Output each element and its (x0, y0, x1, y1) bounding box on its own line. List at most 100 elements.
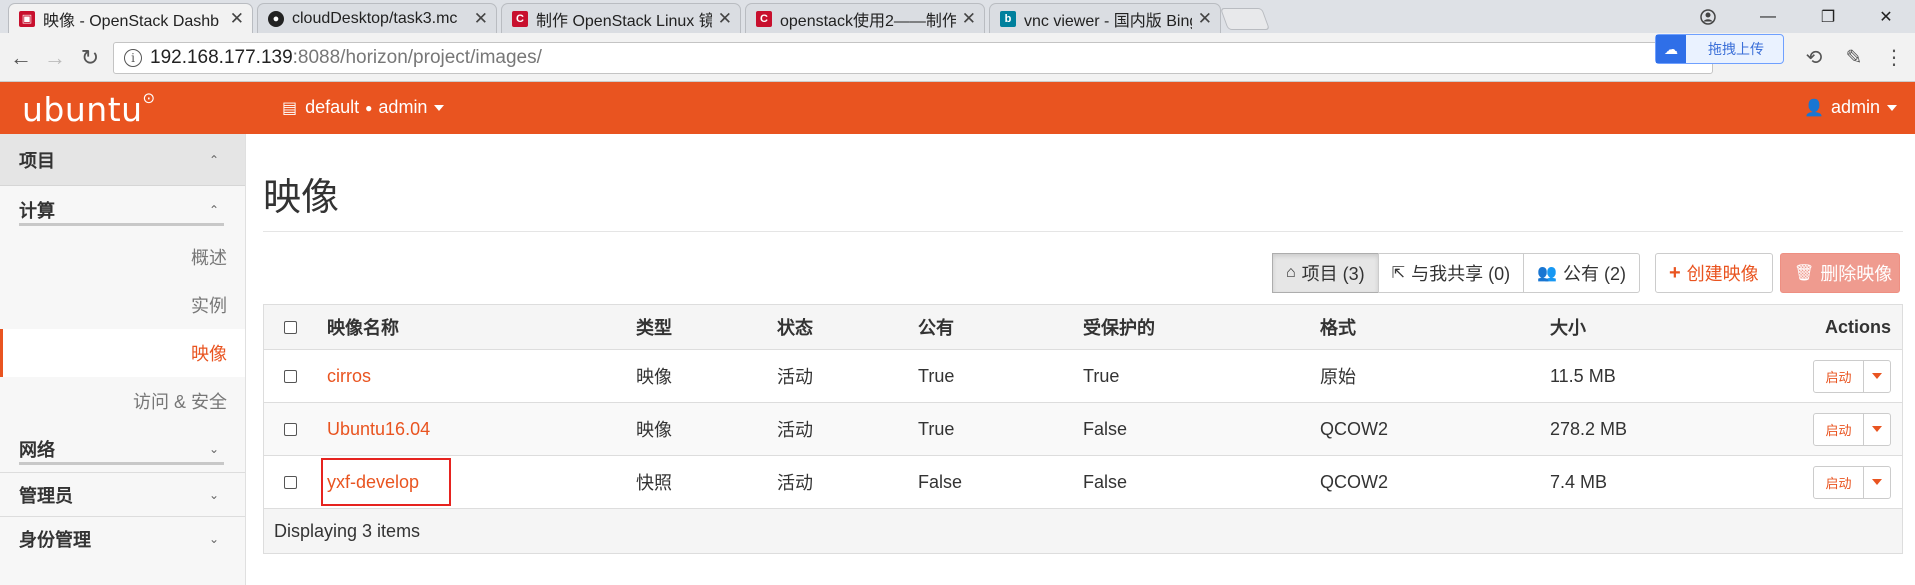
restore-icon[interactable]: ❐ (1800, 0, 1856, 33)
divider (263, 231, 1903, 232)
sidebar-item-instances[interactable]: 实例 (0, 281, 245, 329)
list-icon: ▤ (282, 99, 298, 117)
chevron-down-icon: ⌄ (208, 531, 219, 546)
browser-tab-github[interactable]: ● cloudDesktop/task3.mc ✕ (257, 3, 497, 33)
delete-images-button[interactable]: 🗑 删除映像 (1780, 253, 1900, 293)
chevron-down-icon: ⌄ (208, 487, 219, 502)
upload-extension-button[interactable]: ☁ 拖拽上传 (1655, 34, 1784, 64)
actions-dropdown-toggle[interactable] (1864, 361, 1890, 392)
sync-extension-icon[interactable]: ⟲ (1800, 45, 1828, 70)
select-all-checkbox[interactable] (283, 320, 297, 334)
new-tab-button[interactable] (1219, 8, 1271, 30)
sidebar-group-compute[interactable]: 计算 ⌃ (0, 186, 245, 233)
close-icon[interactable]: ✕ (962, 9, 976, 29)
dot-separator: ● (365, 100, 373, 115)
column-header-protected[interactable]: 受保护的 (1083, 314, 1320, 340)
cell-type: 映像 (636, 420, 672, 440)
filter-shared-button[interactable]: ⇱ 与我共享 (0) (1377, 253, 1525, 293)
cell-format: QCOW2 (1320, 418, 1389, 439)
image-name-link[interactable]: yxf-develop (320, 457, 452, 506)
chevron-down-icon: ⌄ (208, 441, 219, 456)
browser-tab-openstack[interactable]: ▣ 映像 - OpenStack Dashb ✕ (8, 3, 253, 33)
sidebar-item-images[interactable]: 映像 (0, 329, 245, 377)
window-close-icon[interactable]: ✕ (1858, 0, 1914, 33)
create-image-button[interactable]: + 创建映像 (1655, 253, 1773, 293)
row-checkbox[interactable] (283, 475, 297, 489)
column-header-name[interactable]: 映像名称 (316, 314, 636, 340)
top-navbar: ubuntu⊙ ▤ default ● admin 👤 admin (0, 82, 1915, 134)
sidebar-group-network[interactable]: 网络 ⌄ (0, 425, 245, 472)
group-underline (19, 223, 224, 226)
cell-protected: False (1083, 471, 1128, 492)
image-name-link[interactable]: cirros (327, 366, 371, 386)
image-name-link[interactable]: Ubuntu16.04 (327, 419, 430, 439)
cell-public: True (918, 418, 955, 439)
cell-status: 活动 (777, 367, 813, 387)
table-row: cirros 映像 活动 True True 原始 11.5 MB 启动 (264, 350, 1902, 403)
user-icon: 👤 (1804, 99, 1824, 117)
caret-down-icon (1872, 426, 1882, 432)
page-title: 映像 (263, 177, 340, 219)
cell-size: 11.5 MB (1550, 365, 1616, 386)
column-header-public[interactable]: 公有 (918, 314, 1083, 340)
sidebar-group-admin[interactable]: 管理员 ⌄ (0, 473, 245, 516)
column-header-actions: Actions (1824, 316, 1891, 337)
forward-icon[interactable]: → (41, 45, 69, 71)
cell-format: QCOW2 (1320, 471, 1389, 492)
sidebar-group-identity[interactable]: 身份管理 ⌄ (0, 517, 245, 560)
home-icon: ⌂ (1286, 264, 1296, 281)
browser-tab-csdn-2[interactable]: C openstack使用2——制作 ✕ (745, 3, 985, 33)
minimize-icon[interactable]: — (1740, 0, 1796, 33)
close-icon[interactable]: ✕ (718, 9, 732, 29)
launch-button[interactable]: 启动 (1814, 466, 1864, 498)
table-row: yxf-develop 快照 活动 False False QCOW2 7.4 … (264, 456, 1902, 509)
openstack-icon: ▣ (19, 10, 35, 27)
row-checkbox[interactable] (283, 369, 297, 383)
eyedropper-icon[interactable]: ✎ (1840, 45, 1868, 70)
filter-project-button[interactable]: ⌂ 项目 (3) (1272, 253, 1379, 293)
cell-size: 278.2 MB (1550, 418, 1628, 439)
filter-public-button[interactable]: 👥 公有 (2) (1523, 253, 1640, 293)
menu-icon[interactable]: ⋮ (1880, 45, 1908, 70)
user-menu[interactable]: 👤 admin (1804, 97, 1897, 118)
cell-public: True (918, 365, 955, 386)
ubuntu-logo[interactable]: ubuntu⊙ (22, 89, 156, 129)
sidebar-item-access-security[interactable]: 访问 & 安全 (0, 377, 245, 425)
github-icon: ● (268, 10, 284, 27)
close-icon[interactable]: ✕ (474, 9, 488, 29)
table-footer: Displaying 3 items (264, 509, 1902, 553)
site-info-icon[interactable]: i (124, 49, 142, 67)
project-selector[interactable]: ▤ default ● admin (282, 97, 445, 118)
chevron-up-icon: ⌃ (208, 202, 219, 217)
launch-button[interactable]: 启动 (1814, 360, 1864, 392)
bing-icon: b (1000, 10, 1016, 27)
row-checkbox[interactable] (283, 422, 297, 436)
column-header-size[interactable]: 大小 (1550, 314, 1800, 340)
column-header-type[interactable]: 类型 (636, 314, 777, 340)
actions-dropdown-toggle[interactable] (1864, 467, 1890, 498)
caret-down-icon (1872, 479, 1882, 485)
profile-icon[interactable] (1680, 0, 1736, 33)
table-row: Ubuntu16.04 映像 活动 True False QCOW2 278.2… (264, 403, 1902, 456)
sidebar-section-project[interactable]: 项目 ⌃ (0, 134, 245, 186)
column-header-status[interactable]: 状态 (777, 314, 918, 340)
address-bar[interactable]: i 192.168.177.139:8088/horizon/project/i… (113, 42, 1713, 74)
actions-dropdown-toggle[interactable] (1864, 414, 1890, 445)
close-icon[interactable]: ✕ (230, 9, 244, 29)
back-icon[interactable]: ← (7, 45, 35, 71)
browser-tab-bing[interactable]: b vnc viewer - 国内版 Bing ✕ (989, 3, 1221, 33)
table-header-row: 映像名称 类型 状态 公有 受保护的 格式 大小 Actions (264, 305, 1902, 350)
image-filter-group: ⌂ 项目 (3) ⇱ 与我共享 (0) 👥 公有 (2) (1272, 253, 1640, 293)
browser-tab-csdn-1[interactable]: C 制作 OpenStack Linux 镜 ✕ (501, 3, 741, 33)
caret-down-icon (1872, 373, 1882, 379)
reload-icon[interactable]: ↻ (76, 45, 104, 71)
cell-protected: True (1083, 365, 1120, 386)
close-icon[interactable]: ✕ (1198, 9, 1212, 29)
sidebar-item-overview[interactable]: 概述 (0, 233, 245, 281)
caret-down-icon (434, 104, 445, 111)
launch-button[interactable]: 启动 (1814, 413, 1864, 445)
cell-public: False (918, 471, 963, 492)
csdn-icon: C (512, 10, 528, 27)
column-header-format[interactable]: 格式 (1320, 314, 1550, 340)
cloud-icon: ☁ (1656, 35, 1686, 63)
